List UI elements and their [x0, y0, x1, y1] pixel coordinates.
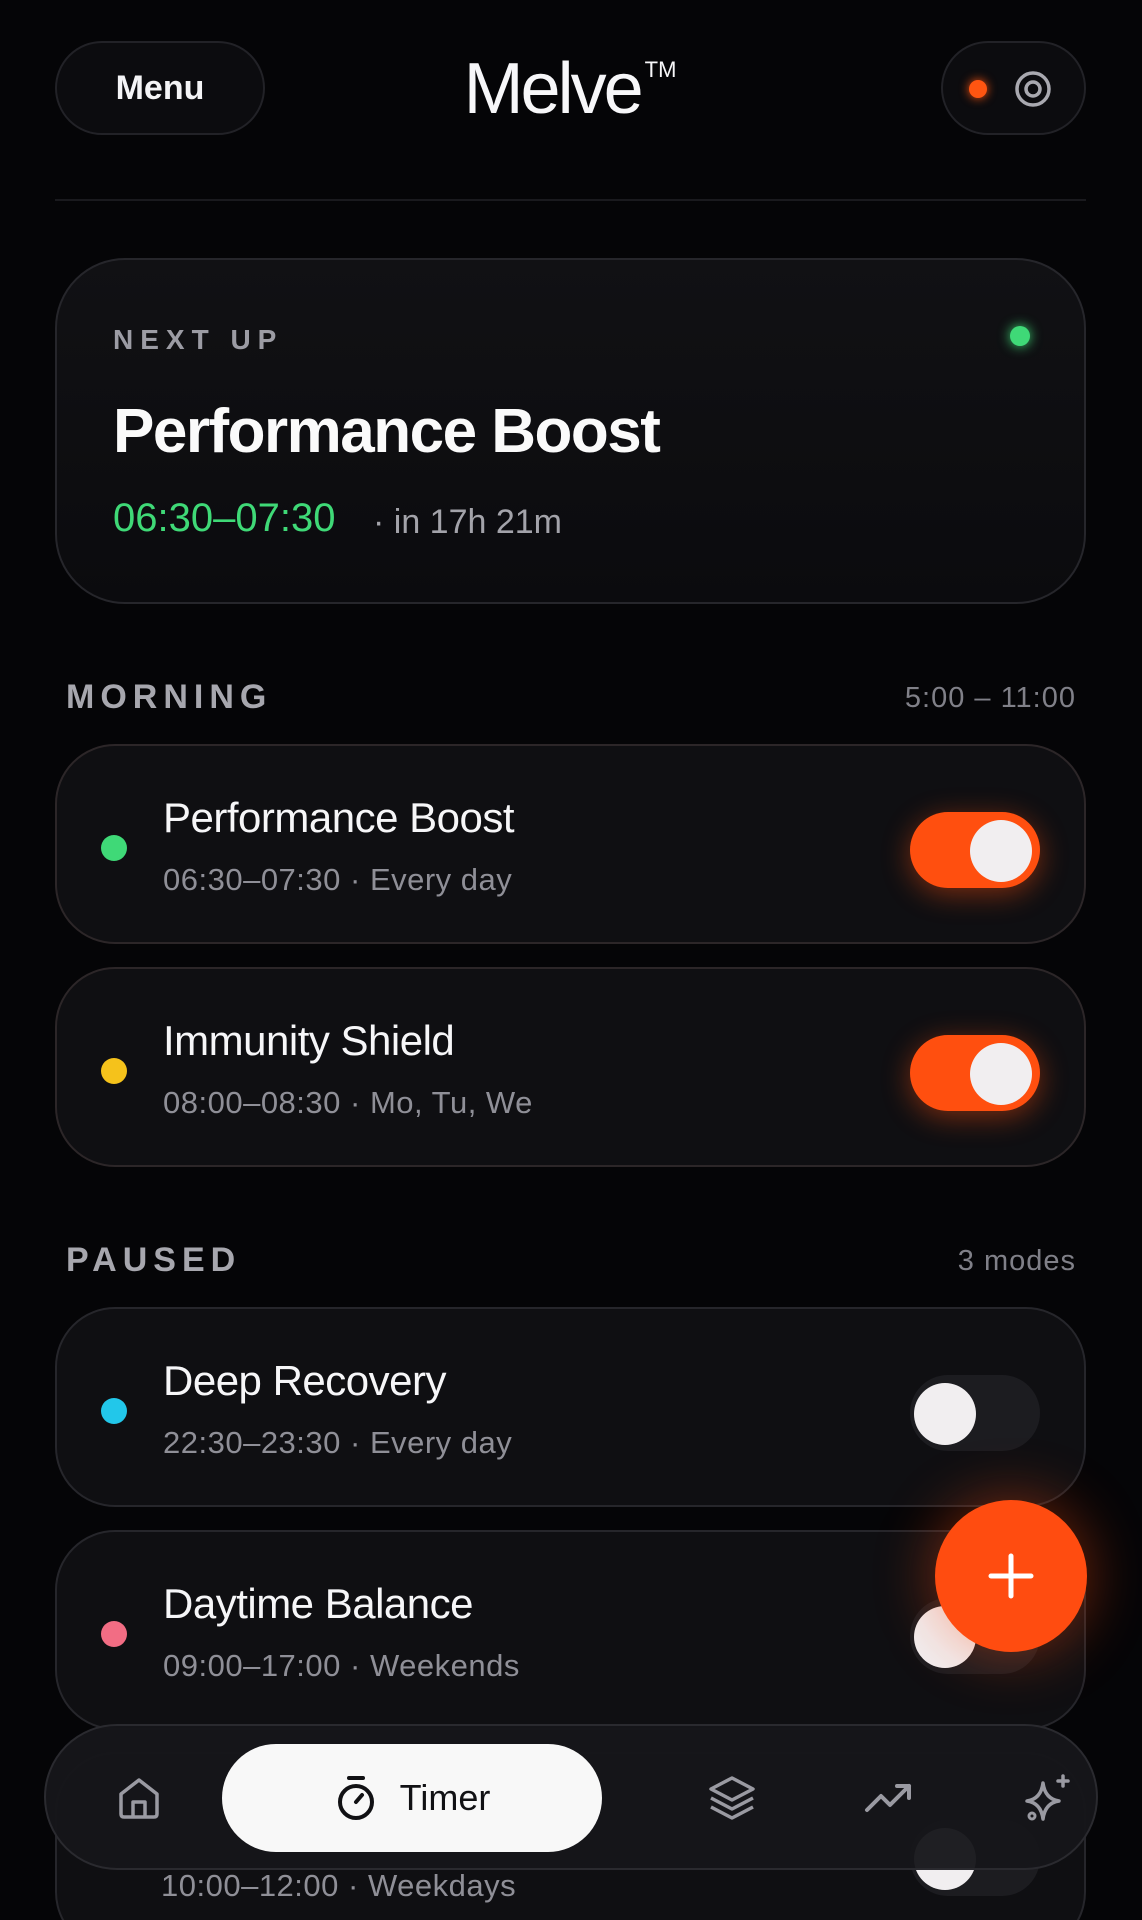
- mode-schedule: 08:00–08:30 · Mo, Tu, We: [163, 1085, 533, 1120]
- next-up-title: Performance Boost: [113, 397, 661, 466]
- mode-card-deep-recovery[interactable]: Deep Recovery 22:30–23:30 · Every day: [55, 1307, 1086, 1507]
- mode-card-daytime-balance[interactable]: Daytime Balance 09:00–17:00 · Weekends: [55, 1530, 1086, 1730]
- nav-timer[interactable]: Timer: [222, 1744, 602, 1852]
- mode-name: Performance Boost: [163, 794, 515, 841]
- app-screen: Menu Melve TM NEXT UP Performance Boost 0…: [0, 0, 1142, 1920]
- nav-home[interactable]: [97, 1756, 181, 1840]
- section-title-paused: PAUSED: [66, 1241, 242, 1279]
- mode-schedule: 09:00–17:00 · Weekends: [163, 1648, 520, 1683]
- app-logo: Melve TM: [440, 48, 700, 130]
- mode-color-dot: [101, 1058, 127, 1084]
- mode-name: Deep Recovery: [163, 1357, 446, 1404]
- sparkles-icon: [1025, 1774, 1070, 1821]
- menu-button[interactable]: Menu: [55, 41, 265, 135]
- mode-schedule: 22:30–23:30 · Every day: [163, 1425, 513, 1460]
- next-up-countdown: · in 17h 21m: [373, 503, 562, 541]
- section-title-morning: MORNING: [66, 678, 273, 716]
- toggle-knob: [970, 820, 1032, 882]
- mode-toggle[interactable]: [910, 812, 1040, 888]
- target-icon: [1015, 71, 1051, 107]
- mode-color-dot: [101, 1398, 127, 1424]
- home-icon: [119, 1778, 159, 1819]
- mode-card-immunity-shield[interactable]: Immunity Shield 08:00–08:30 · Mo, Tu, We: [55, 967, 1086, 1167]
- header-divider: [55, 199, 1086, 201]
- nav-timer-label: Timer: [399, 1777, 491, 1818]
- mode-schedule: 06:30–07:30 · Every day: [163, 862, 513, 897]
- next-up-status-dot: [1010, 326, 1030, 346]
- mode-name: Immunity Shield: [163, 1017, 455, 1064]
- section-meta-morning: 5:00 – 11:00: [904, 682, 1076, 714]
- layers-icon: [709, 1776, 755, 1820]
- toggle-knob: [970, 1043, 1032, 1105]
- status-button[interactable]: [941, 41, 1086, 135]
- mode-toggle[interactable]: [910, 1375, 1040, 1451]
- mode-schedule: 10:00–12:00 · Weekdays: [161, 1868, 517, 1903]
- mode-card-performance-boost[interactable]: Performance Boost 06:30–07:30 · Every da…: [55, 744, 1086, 944]
- mode-toggle[interactable]: [910, 1035, 1040, 1111]
- toggle-knob: [914, 1383, 976, 1445]
- trademark-mark: TM: [644, 57, 677, 82]
- recording-status-dot: [969, 80, 987, 98]
- logo-text: Melve: [463, 49, 644, 129]
- mode-name: Daytime Balance: [163, 1580, 473, 1627]
- mode-color-dot: [101, 1621, 127, 1647]
- bottom-nav: Timer: [44, 1724, 1098, 1870]
- next-up-time: 06:30–07:30: [113, 496, 336, 540]
- section-meta-paused: 3 modes: [957, 1245, 1076, 1277]
- nav-layers[interactable]: [690, 1756, 774, 1840]
- mode-color-dot: [101, 835, 127, 861]
- nav-insights[interactable]: [847, 1756, 931, 1840]
- plus-icon: [988, 1553, 1034, 1599]
- next-up-label: NEXT UP: [113, 324, 284, 355]
- timer-icon: [337, 1776, 374, 1820]
- nav-ai[interactable]: [1006, 1756, 1090, 1840]
- trending-up-icon: [865, 1784, 911, 1812]
- next-up-card[interactable]: NEXT UP Performance Boost 06:30–07:30 · …: [55, 258, 1086, 604]
- add-mode-button[interactable]: [935, 1500, 1087, 1652]
